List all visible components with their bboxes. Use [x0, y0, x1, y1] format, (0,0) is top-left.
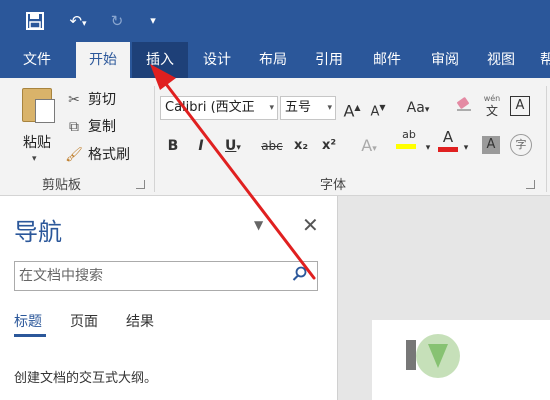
character-shading-button[interactable]: A: [482, 136, 500, 154]
cut-label: 剪切: [88, 92, 116, 108]
font-size-value: 五号: [285, 100, 312, 115]
tab-design[interactable]: 设计: [190, 42, 244, 78]
grow-font-button[interactable]: A▲: [342, 96, 362, 120]
tab-mailings[interactable]: 邮件: [360, 42, 414, 78]
tab-help[interactable]: 帮: [532, 42, 550, 78]
text-effects-glyph: A: [361, 136, 373, 155]
change-case-button[interactable]: Aa▾: [402, 96, 434, 120]
enclose-characters-button[interactable]: 字: [510, 134, 532, 156]
paste-button[interactable]: 粘贴 ▾: [14, 84, 60, 168]
tab-review[interactable]: 审阅: [418, 42, 472, 78]
copy-label: 复制: [88, 119, 116, 135]
chevron-down-icon[interactable]: ▾: [32, 154, 37, 164]
nav-description: 创建文档的交互式大纲。: [14, 371, 158, 386]
chevron-down-icon: ▾: [327, 103, 332, 113]
save-icon[interactable]: [24, 8, 46, 34]
clear-formatting-icon[interactable]: [454, 96, 474, 120]
highlight-button[interactable]: ab: [394, 128, 424, 152]
tab-layout[interactable]: 布局: [246, 42, 300, 78]
tab-view[interactable]: 视图: [474, 42, 528, 78]
highlight-glyph: ab: [402, 128, 416, 141]
format-painter-label: 格式刷: [88, 147, 130, 163]
tab-insert[interactable]: 插入: [132, 42, 188, 78]
nav-tab-pages[interactable]: 页面: [70, 311, 98, 331]
chevron-down-icon[interactable]: ▾: [424, 136, 432, 160]
underline-glyph: U: [225, 138, 237, 154]
font-name-select[interactable]: Calibri (西文正 ▾: [160, 96, 278, 120]
clipboard-group-label: 剪贴板: [42, 178, 82, 193]
tab-references[interactable]: 引用: [302, 42, 356, 78]
italic-button[interactable]: I: [192, 134, 210, 158]
phonetic-guide-button[interactable]: wén 文: [480, 92, 504, 118]
clipboard-launcher-icon[interactable]: [136, 180, 145, 189]
watermark-logo: [388, 322, 550, 400]
undo-icon[interactable]: ↶▾: [60, 8, 96, 34]
nav-search-box: [14, 261, 318, 291]
cut-button[interactable]: ✂ 剪切: [64, 88, 154, 112]
nav-tab-results[interactable]: 结果: [126, 311, 154, 331]
bold-button[interactable]: B: [164, 134, 182, 158]
highlight-swatch: [396, 144, 416, 149]
scissors-icon: ✂: [68, 92, 80, 108]
underline-button[interactable]: U▾: [220, 134, 246, 158]
text-effects-button[interactable]: A▾: [354, 134, 384, 158]
group-divider: [154, 86, 155, 192]
search-input[interactable]: [19, 266, 281, 286]
nav-pane-title: 导航: [14, 218, 62, 246]
grow-font-glyph: A: [343, 101, 355, 121]
character-border-button[interactable]: A: [510, 96, 530, 116]
nav-tab-headings[interactable]: 标题: [14, 311, 42, 331]
paste-label: 粘贴: [23, 135, 51, 151]
close-icon[interactable]: ✕: [302, 213, 319, 237]
brush-icon: 🖌: [65, 147, 83, 163]
font-launcher-icon[interactable]: [526, 180, 535, 189]
group-divider: [546, 86, 547, 192]
search-icon[interactable]: [292, 266, 307, 285]
clipboard-icon: [22, 88, 55, 123]
font-name-value: Calibri (西文正: [165, 100, 255, 115]
ribbon: 粘贴 ▾ ✂ 剪切 ⧉ 复制 🖌 格式刷 剪贴板 Calibri (西文正 ▾ 五号 ▾ …: [0, 78, 550, 196]
format-painter-button[interactable]: 🖌 格式刷: [64, 143, 154, 167]
subscript-button[interactable]: x₂: [290, 134, 312, 158]
font-color-button[interactable]: A: [436, 128, 460, 152]
chevron-down-icon[interactable]: ▾: [462, 136, 470, 160]
shrink-font-button[interactable]: A▼: [368, 96, 388, 120]
ribbon-tabs: 文件 开始 插入 设计 布局 引用 邮件 审阅 视图 帮: [0, 42, 550, 78]
strikethrough-button[interactable]: abc: [258, 134, 286, 158]
font-color-glyph: A: [442, 128, 454, 146]
superscript-button[interactable]: x²: [318, 134, 340, 158]
tab-file[interactable]: 文件: [10, 42, 64, 78]
quick-access-toolbar: ↶▾ ↻ ▾: [0, 0, 550, 42]
copy-icon: ⧉: [69, 119, 79, 135]
nav-pane-options-icon[interactable]: ▼: [254, 218, 263, 232]
tab-home[interactable]: 开始: [76, 42, 130, 78]
phonetic-char: 文: [485, 104, 498, 118]
font-group-label: 字体: [320, 178, 347, 193]
font-size-select[interactable]: 五号 ▾: [280, 96, 336, 120]
copy-button[interactable]: ⧉ 复制: [64, 115, 154, 139]
chevron-down-icon: ▾: [269, 103, 274, 113]
active-tab-indicator: [14, 334, 46, 337]
customize-qat-icon[interactable]: ▾: [146, 8, 160, 34]
change-case-glyph: Aa: [406, 100, 425, 116]
redo-icon[interactable]: ↻: [106, 8, 128, 34]
font-color-swatch: [438, 147, 458, 152]
